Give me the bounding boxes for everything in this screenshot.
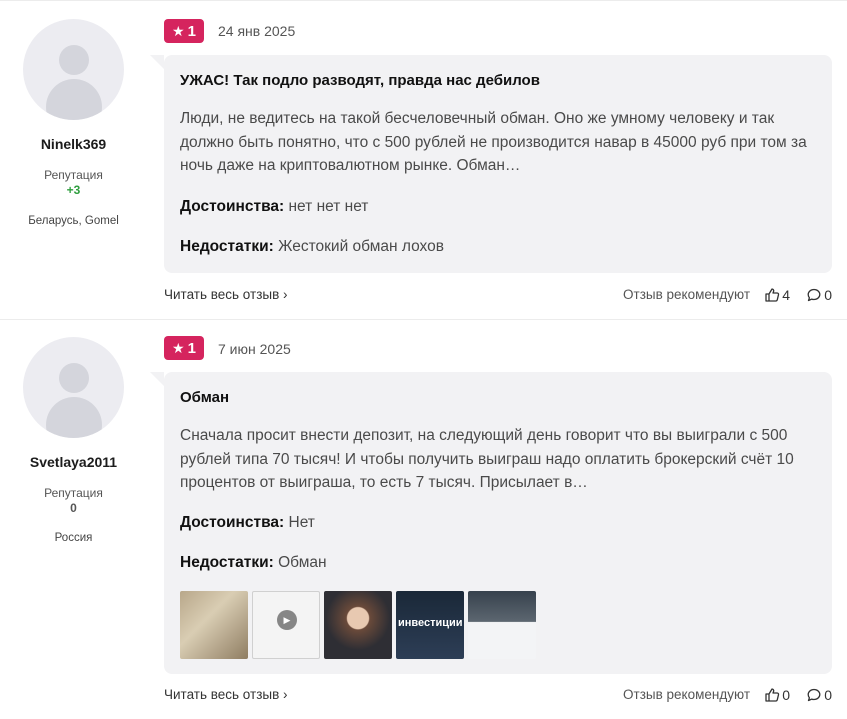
- review-photo[interactable]: [180, 591, 248, 659]
- avatar-placeholder-head: [59, 45, 89, 75]
- user-location: Россия: [54, 532, 93, 544]
- recommends-label: Отзыв рекомендуют: [623, 687, 750, 702]
- avatar-placeholder-body: [46, 397, 102, 438]
- comments-count: 0: [824, 687, 832, 703]
- pros-text: нет нет нет: [288, 198, 369, 215]
- read-more-link[interactable]: Читать весь отзыв ›: [164, 287, 288, 302]
- review-date: 7 июн 2025: [218, 341, 291, 357]
- rating-badge: ★ 1: [164, 19, 204, 43]
- username[interactable]: Ninelk369: [0, 136, 147, 152]
- review-footer: Читать весь отзыв › Отзыв рекомендуют 0 …: [164, 687, 832, 707]
- like-button[interactable]: 4: [764, 287, 790, 303]
- review-pros: Достоинства: Нет: [180, 514, 315, 532]
- play-icon: ▶: [277, 610, 297, 630]
- review-photo[interactable]: [324, 591, 392, 659]
- read-more-link[interactable]: Читать весь отзыв ›: [164, 687, 288, 702]
- rating-value: 1: [187, 339, 196, 357]
- review-date: 24 янв 2025: [218, 23, 296, 39]
- photo-caption: инвестиции: [398, 617, 463, 629]
- review-card: Ninelk369 Репутация +3 Беларусь, Gomel ★…: [0, 0, 847, 320]
- review-card: Svetlaya2011 Репутация 0 Россия ★ 1 7 ию…: [0, 320, 847, 719]
- review-bubble: УЖАС! Так подло разводят, правда нас деб…: [150, 55, 832, 273]
- like-button[interactable]: 0: [764, 687, 790, 703]
- avatar-placeholder-body: [46, 79, 102, 120]
- review-footer: Читать весь отзыв › Отзыв рекомендуют 4 …: [164, 287, 832, 307]
- pros-text: Нет: [288, 514, 315, 531]
- comments-count: 0: [824, 287, 832, 303]
- review-pros: Достоинства: нет нет нет: [180, 198, 368, 216]
- pros-label: Достоинства:: [180, 514, 285, 531]
- recommends-label: Отзыв рекомендуют: [623, 287, 750, 302]
- review-cons: Недостатки: Обман: [180, 554, 327, 572]
- reputation-label: Репутация: [44, 486, 103, 500]
- user-location: Беларусь, Gomel: [28, 215, 119, 227]
- cons-label: Недостатки:: [180, 238, 274, 255]
- thumbs-up-icon: [765, 288, 780, 302]
- comment-icon: [807, 288, 821, 302]
- pros-label: Достоинства:: [180, 198, 285, 215]
- chevron-right-icon: ›: [283, 287, 288, 302]
- review-bubble: Обман Сначала просит внести депозит, на …: [150, 372, 832, 674]
- rating-value: 1: [187, 22, 196, 40]
- cons-text: Жестокий обман лохов: [278, 238, 444, 255]
- reputation-label: Репутация: [44, 168, 103, 182]
- comments-button[interactable]: 0: [806, 687, 832, 703]
- review-text: Сначала просит внести депозит, на следую…: [180, 427, 794, 491]
- review-video-thumbnail[interactable]: ▶: [252, 591, 320, 659]
- comment-icon: [807, 688, 821, 702]
- chevron-right-icon: ›: [283, 687, 288, 702]
- likes-count: 4: [782, 287, 790, 303]
- rating-badge: ★ 1: [164, 336, 204, 360]
- cons-label: Недостатки:: [180, 554, 274, 571]
- avatar[interactable]: [23, 337, 124, 438]
- avatar[interactable]: [23, 19, 124, 120]
- thumbs-up-icon: [765, 688, 780, 702]
- read-more-label: Читать весь отзыв: [164, 687, 280, 702]
- review-photo[interactable]: инвестиции: [396, 591, 464, 659]
- review-photos: ▶ инвестиции: [180, 591, 536, 659]
- cons-text: Обман: [278, 554, 327, 571]
- avatar-placeholder-head: [59, 363, 89, 393]
- username[interactable]: Svetlaya2011: [0, 454, 147, 470]
- review-photo[interactable]: [468, 591, 536, 659]
- reputation-value: +3: [66, 183, 81, 197]
- likes-count: 0: [782, 687, 790, 703]
- review-cons: Недостатки: Жестокий обман лохов: [180, 238, 444, 256]
- review-text: Люди, не ведитесь на такой бесчеловечный…: [180, 110, 807, 174]
- review-title[interactable]: Обман: [180, 389, 229, 406]
- star-icon: ★: [172, 23, 185, 39]
- star-icon: ★: [172, 340, 185, 356]
- review-title[interactable]: УЖАС! Так подло разводят, правда нас деб…: [180, 72, 540, 89]
- read-more-label: Читать весь отзыв: [164, 287, 280, 302]
- comments-button[interactable]: 0: [806, 287, 832, 303]
- reputation-value: 0: [70, 501, 77, 515]
